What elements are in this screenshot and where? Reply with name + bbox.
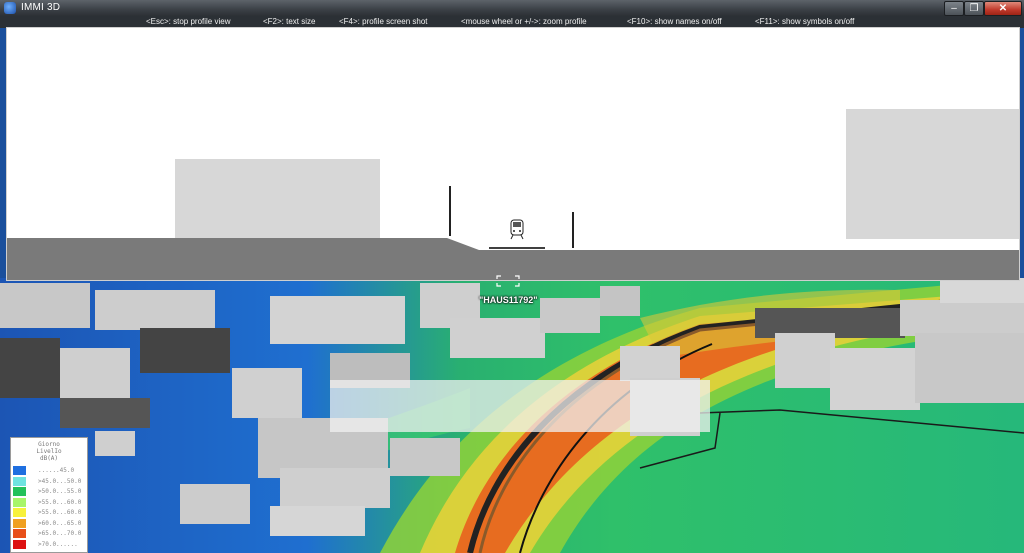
legend-swatch [13,476,26,486]
hint-esc: <Esc>: stop profile view [146,17,231,26]
hint-f4: <F4>: profile screen shot [339,17,428,26]
semi-transparent-building [330,380,710,432]
legend-entry: >55.0...60.0 [13,508,85,517]
legend-swatch [13,518,26,528]
legend-unit: dB(A) [39,455,59,462]
legend-label: >60.0...65.0 [38,519,82,527]
legend-label: >50.0...55.0 [38,488,82,495]
keyboard-hints-bar: <Esc>: stop profile view <F2>: text size… [0,16,1024,28]
maximize-button[interactable]: ❐ [964,1,984,16]
legend-entry: >60.0...65.0 [13,518,85,528]
legend-swatch [13,487,26,496]
legend-label: >55.0...60.0 [38,498,82,506]
noise-level-legend: Giorno LivelIo dB(A) ......45.0 >45.0...5… [10,437,88,553]
hint-f11: <F11>: show symbols on/off [755,17,855,26]
legend-subtitle: LivelIo [36,448,62,455]
noise-barrier [572,212,574,248]
minimize-button[interactable]: – [944,1,964,16]
scene-3d-view[interactable]: "HAUS11792" Giorno LivelIo dB(A) ......4… [0,28,1024,553]
hint-f2: <F2>: text size [263,17,316,26]
noise-barrier [449,186,451,236]
legend-label: >45.0...50.0 [38,477,82,485]
hint-zoom: <mouse wheel or +/->: zoom profile [461,17,587,26]
legend-entry: >50.0...55.0 [13,487,85,496]
legend-entry: >70.0...... [13,539,85,549]
legend-swatch [13,529,26,538]
profile-ground-line [7,238,1019,280]
legend-swatch [13,497,26,507]
hint-f10: <F10>: show names on/off [627,17,722,26]
app-icon [4,2,16,14]
legend-label: >70.0...... [38,540,78,548]
legend-label: >55.0...60.0 [38,509,82,516]
legend-entry: >55.0...60.0 [13,497,85,507]
profile-view-panel[interactable] [7,28,1019,280]
building-name-label: "HAUS11792" [479,295,538,305]
legend-swatch [13,539,26,549]
legend-title: Giorno [38,441,60,448]
legend-label: >65.0...70.0 [38,530,82,537]
crosshair-icon [496,275,520,287]
window-titlebar: IMMI 3D – ❐ ✕ [0,0,1024,16]
legend-entry: >65.0...70.0 [13,529,85,538]
legend-entry: >45.0...50.0 [13,476,85,486]
close-button[interactable]: ✕ [984,1,1022,16]
train-icon [510,219,524,240]
legend-label: ......45.0 [38,467,75,474]
legend-swatch [13,508,26,517]
legend-swatch [13,466,26,475]
window-title: IMMI 3D [21,2,61,13]
legend-entry: ......45.0 [13,466,85,475]
